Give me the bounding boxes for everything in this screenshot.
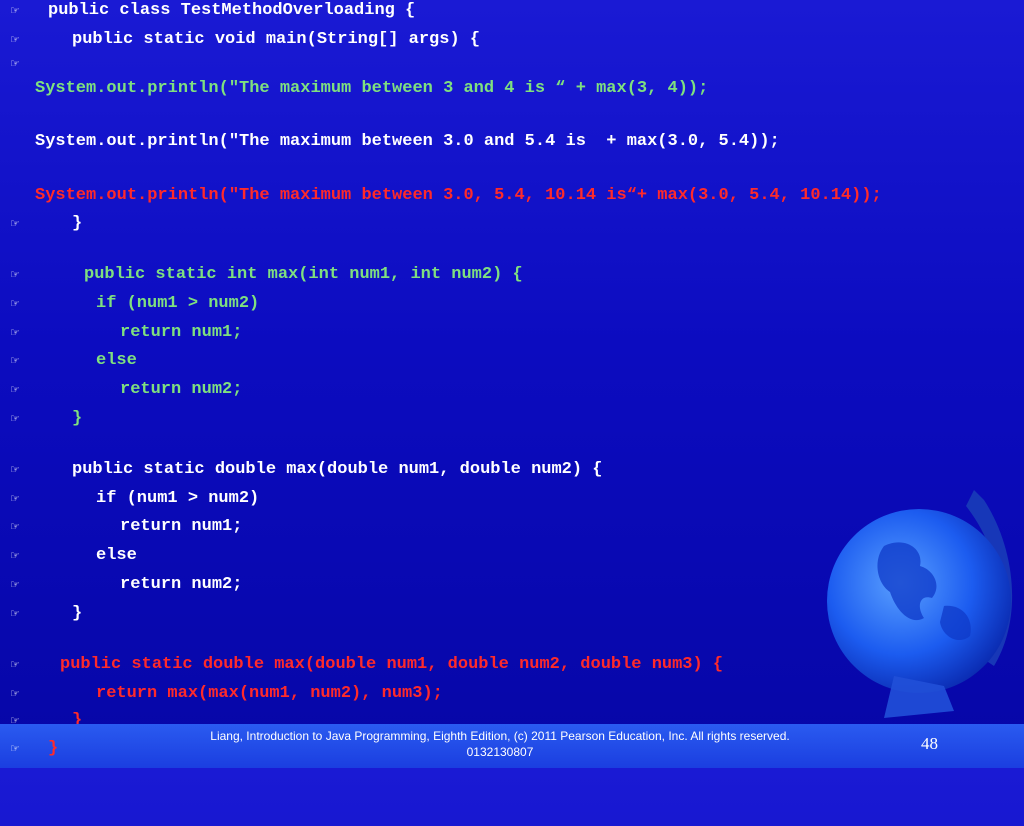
code-line: ☞ else — [0, 350, 137, 378]
code-text: public static int max(int num1, int num2… — [84, 265, 523, 284]
pointing-hand-icon: ☞ — [10, 492, 20, 505]
pointing-hand-icon: ☞ — [10, 217, 20, 230]
code-text: public static double max(double num1, do… — [60, 655, 724, 674]
code-line: ☞ } — [0, 738, 58, 766]
code-text: else — [96, 546, 137, 565]
code-line: ☞ public static double max(double num1, … — [0, 654, 723, 682]
code-text: System.out.println("The maximum between … — [35, 132, 780, 151]
code-line: ☞ return num1; — [0, 322, 242, 350]
pointing-hand-icon: ☞ — [10, 354, 20, 367]
code-text: return max(max(num1, num2), num3); — [96, 684, 443, 703]
code-line: ☞ public static double max(double num1, … — [0, 459, 603, 487]
pointing-hand-icon: ☞ — [10, 326, 20, 339]
pointing-hand-icon: ☞ — [10, 57, 20, 70]
code-text: return num1; — [120, 323, 243, 342]
code-line: ☞ else — [0, 545, 137, 573]
footer-bar: Liang, Introduction to Java Programming,… — [0, 724, 1024, 768]
pointing-hand-icon: ☞ — [10, 520, 20, 533]
code-line: ☞ } — [0, 603, 82, 631]
code-line: ☞ public static int max(int num1, int nu… — [0, 264, 523, 292]
code-line: ☞ if (num1 > num2) — [0, 488, 259, 516]
code-line: ☞ public class TestMethodOverloading { — [0, 0, 415, 28]
pointing-hand-icon: ☞ — [10, 383, 20, 396]
code-line: ☞ return num2; — [0, 379, 242, 407]
code-text: if (num1 > num2) — [96, 294, 260, 313]
pointing-hand-icon: ☞ — [10, 297, 20, 310]
pointing-hand-icon: ☞ — [10, 412, 20, 425]
code-text: } — [72, 214, 83, 233]
code-text: public static double max(double num1, do… — [72, 460, 603, 479]
pointing-hand-icon: ☞ — [10, 687, 20, 700]
pointing-hand-icon: ☞ — [10, 33, 20, 46]
code-text: } — [72, 409, 83, 428]
code-text: return num2; — [120, 380, 243, 399]
pointing-hand-icon: ☞ — [10, 549, 20, 562]
pointing-hand-icon: ☞ — [10, 463, 20, 476]
code-text: System.out.println("The maximum between … — [35, 186, 882, 205]
code-line: System.out.println("The maximum between … — [0, 78, 708, 106]
pointing-hand-icon: ☞ — [10, 4, 20, 17]
code-text: return num1; — [120, 517, 243, 536]
code-text: System.out.println("The maximum between … — [35, 79, 709, 98]
code-line: ☞ return num2; — [0, 574, 242, 602]
pointing-hand-icon: ☞ — [10, 742, 20, 755]
footer-citation: Liang, Introduction to Java Programming,… — [210, 729, 790, 759]
code-line: System.out.println("The maximum between … — [0, 131, 780, 159]
pointing-hand-icon: ☞ — [10, 658, 20, 671]
code-text: return num2; — [120, 575, 243, 594]
code-line: ☞ return num1; — [0, 516, 242, 544]
page-number: 48 — [921, 734, 938, 753]
pointing-hand-icon: ☞ — [10, 268, 20, 281]
code-text: public class TestMethodOverloading { — [48, 1, 416, 20]
slide: ☞ public class TestMethodOverloading { ☞… — [0, 0, 1024, 768]
code-text: public static void main(String[] args) { — [72, 30, 481, 49]
code-line: ☞ return max(max(num1, num2), num3); — [0, 683, 443, 711]
code-text: } — [72, 604, 83, 623]
globe-icon — [827, 490, 1013, 718]
pointing-hand-icon: ☞ — [10, 578, 20, 591]
code-line: ☞ } — [0, 213, 82, 241]
pointing-hand-icon: ☞ — [10, 607, 20, 620]
code-line: ☞ } — [0, 408, 82, 436]
code-line: ☞ if (num1 > num2) — [0, 293, 259, 321]
code-text: if (num1 > num2) — [96, 489, 260, 508]
code-text: } — [48, 739, 59, 758]
code-text: else — [96, 351, 137, 370]
code-line: ☞ — [0, 53, 41, 81]
code-line: System.out.println("The maximum between … — [0, 185, 882, 213]
